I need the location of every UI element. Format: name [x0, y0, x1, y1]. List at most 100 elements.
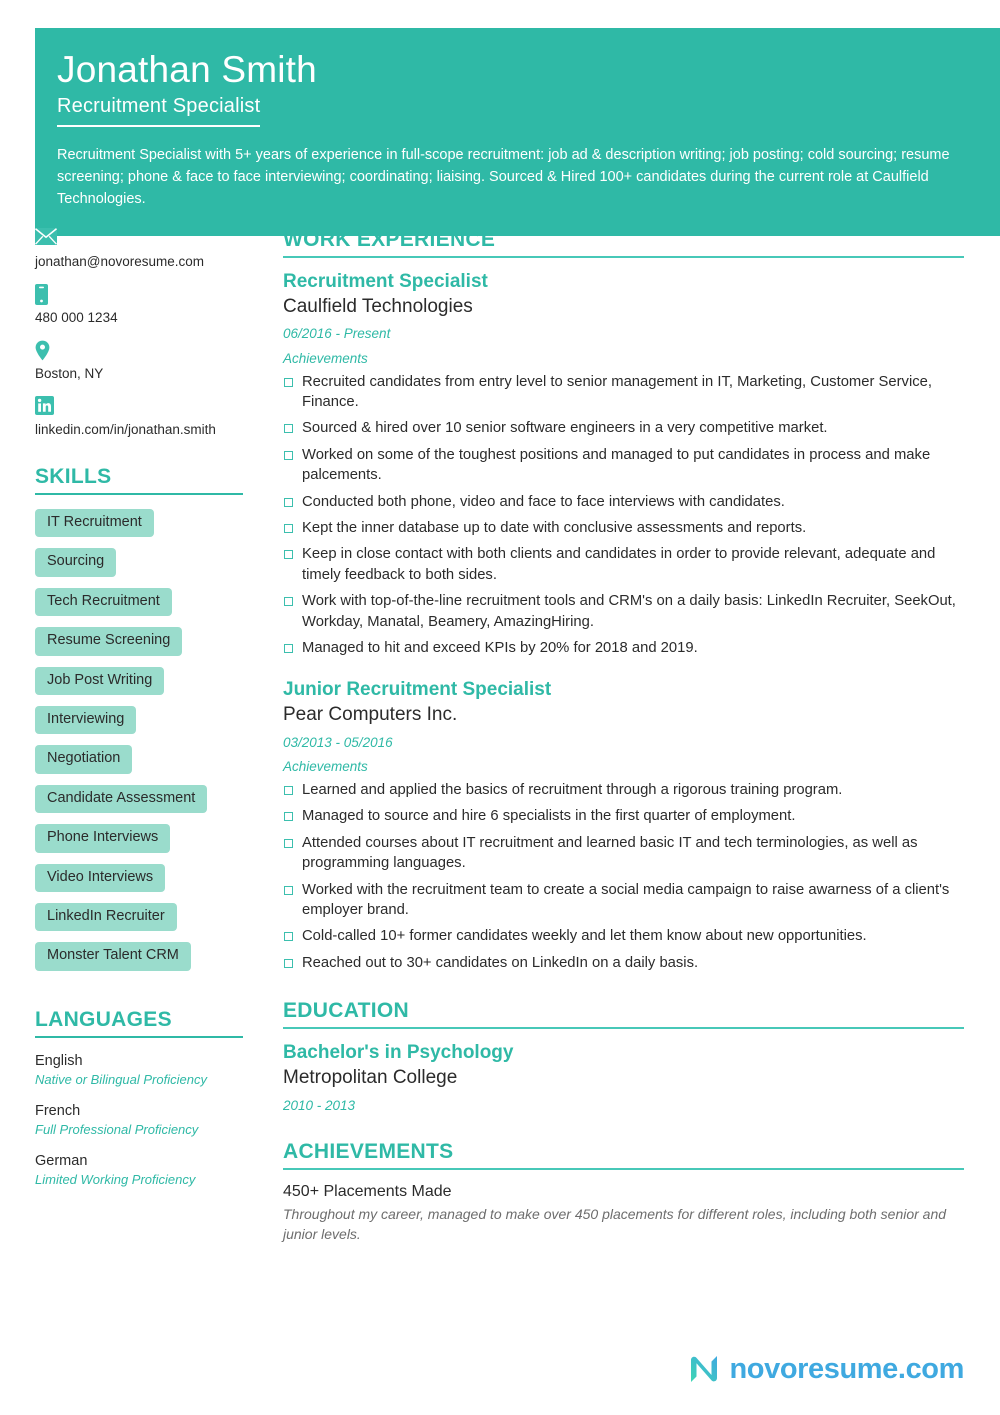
education-degree: Bachelor's in Psychology — [283, 1042, 514, 1064]
job-dates: 03/2013 - 05/2016 — [283, 734, 393, 750]
contact-linkedin-text: linkedin.com/in/jonathan.smith — [35, 422, 216, 437]
list-item: German Limited Working Proficiency — [35, 1152, 260, 1188]
skills-heading: SKILLS — [35, 465, 243, 495]
education-school: Metropolitan College — [283, 1066, 458, 1088]
education-entry: Bachelor's in Psychology Metropolitan Co… — [283, 1041, 964, 1114]
list-item: IT Recruitment — [35, 509, 260, 548]
education-dates: 2010 - 2013 — [283, 1097, 356, 1113]
list-item: Video Interviews — [35, 863, 260, 903]
list-item: Managed to source and hire 6 specialists… — [283, 806, 964, 826]
list-item: Negotiation — [35, 745, 260, 784]
language-level: Native or Bilingual Proficiency — [35, 1071, 207, 1087]
list-item: Worked on some of the toughest positions… — [283, 445, 964, 486]
contact-phone-text: 480 000 1234 — [35, 310, 118, 325]
skill-pill[interactable]: Negotiation — [35, 745, 133, 774]
job-bullet-list: Recruited candidates from entry level to… — [283, 372, 964, 659]
job-company: Caulfield Technologies — [283, 295, 473, 317]
map-pin-icon — [35, 340, 260, 362]
work-experience-heading: WORK EXPERIENCE — [283, 228, 964, 258]
list-item: Work with top-of-the-line recruitment to… — [283, 591, 964, 632]
contact-location: Boston, NY — [35, 340, 260, 383]
contact-email-text: jonathan@novoresume.com — [35, 254, 205, 269]
contact-email[interactable]: jonathan@novoresume.com — [35, 228, 260, 271]
novoresume-branding[interactable]: novoresume.com — [686, 1351, 964, 1387]
skills-list: IT Recruitment Sourcing Tech Recruitment… — [35, 509, 260, 982]
contact-block: jonathan@novoresume.com 480 000 1234 Bos… — [35, 228, 260, 439]
page-title: Jonathan Smith — [57, 49, 317, 90]
list-item: Kept the inner database up to date with … — [283, 518, 964, 538]
language-name: English — [35, 1052, 83, 1069]
skill-pill[interactable]: Video Interviews — [35, 863, 166, 892]
main-content: WORK EXPERIENCE Recruitment Specialist C… — [283, 228, 964, 1270]
job-title: Recruitment Specialist — [283, 271, 488, 292]
resume-header: Jonathan Smith Recruitment Specialist Re… — [35, 28, 1000, 236]
skill-pill[interactable]: Resume Screening — [35, 627, 183, 656]
achievements-section: ACHIEVEMENTS 450+ Placements Made Throug… — [283, 1140, 964, 1244]
languages-section: LANGUAGES English Native or Bilingual Pr… — [35, 1008, 260, 1189]
list-item: Keep in close contact with both clients … — [283, 544, 964, 585]
novoresume-wordmark: novoresume.com — [729, 1352, 964, 1385]
list-item: Sourced & hired over 10 senior software … — [283, 418, 964, 438]
header-summary: Recruitment Specialist with 5+ years of … — [57, 146, 950, 207]
list-item: English Native or Bilingual Proficiency — [35, 1052, 260, 1088]
language-level: Limited Working Proficiency — [35, 1172, 196, 1188]
job-title: Junior Recruitment Specialist — [283, 679, 552, 701]
job-entry: Recruitment Specialist Caulfield Technol… — [283, 270, 964, 658]
language-name: French — [35, 1103, 81, 1120]
skill-pill[interactable]: Tech Recruitment — [35, 587, 172, 617]
mobile-phone-icon — [35, 284, 260, 306]
job-company: Pear Computers Inc. — [283, 704, 458, 726]
skills-section: SKILLS IT Recruitment Sourcing Tech Recr… — [35, 465, 260, 982]
novoresume-n-logo-icon — [686, 1351, 722, 1387]
job-dates: 06/2016 - Present — [283, 326, 391, 342]
header-title-underline: Recruitment Specialist — [57, 94, 261, 127]
job-entry: Junior Recruitment Specialist Pear Compu… — [283, 678, 964, 973]
list-item: Reached out to 30+ candidates on LinkedI… — [283, 953, 964, 973]
skill-pill[interactable]: Job Post Writing — [35, 666, 165, 695]
language-level: Full Professional Proficiency — [35, 1121, 199, 1137]
job-bullet-list: Learned and applied the basics of recrui… — [283, 780, 964, 973]
achievement-entry: 450+ Placements Made Throughout my caree… — [283, 1182, 964, 1244]
skill-pill[interactable]: IT Recruitment — [35, 509, 154, 538]
languages-list: English Native or Bilingual Proficiency … — [35, 1052, 260, 1189]
skill-pill[interactable]: Sourcing — [35, 548, 117, 577]
list-item: Managed to hit and exceed KPIs by 20% fo… — [283, 638, 964, 658]
list-item: Sourcing — [35, 548, 260, 587]
list-item: Attended courses about IT recruitment an… — [283, 833, 964, 874]
achievement-description: Throughout my career, managed to make ov… — [283, 1205, 947, 1242]
skill-pill[interactable]: Candidate Assessment — [35, 784, 208, 814]
sidebar: jonathan@novoresume.com 480 000 1234 Bos… — [35, 228, 260, 1203]
skill-pill[interactable]: LinkedIn Recruiter — [35, 902, 177, 932]
skill-pill[interactable]: Monster Talent CRM — [35, 942, 191, 971]
list-item: French Full Professional Proficiency — [35, 1102, 260, 1138]
header-job-title: Recruitment Specialist — [57, 94, 261, 117]
list-item: Candidate Assessment — [35, 784, 260, 824]
skill-pill[interactable]: Interviewing — [35, 705, 137, 735]
education-heading: EDUCATION — [283, 999, 964, 1030]
list-item: Phone Interviews — [35, 824, 260, 863]
job-achievements-label: Achievements — [283, 350, 368, 366]
list-item: Recruited candidates from entry level to… — [283, 372, 964, 413]
contact-phone[interactable]: 480 000 1234 — [35, 284, 260, 327]
languages-heading: LANGUAGES — [35, 1008, 243, 1038]
skill-pill[interactable]: Phone Interviews — [35, 824, 171, 853]
resume-page: Jonathan Smith Recruitment Specialist Re… — [0, 0, 1000, 1415]
contact-linkedin[interactable]: linkedin.com/in/jonathan.smith — [35, 396, 260, 439]
work-experience-section: WORK EXPERIENCE Recruitment Specialist C… — [283, 228, 964, 973]
list-item: Job Post Writing — [35, 666, 260, 706]
linkedin-icon — [35, 396, 260, 418]
job-achievements-label: Achievements — [283, 759, 368, 775]
list-item: Interviewing — [35, 705, 260, 745]
list-item: Resume Screening — [35, 627, 260, 666]
list-item: LinkedIn Recruiter — [35, 902, 260, 942]
list-item: Worked with the recruitment team to crea… — [283, 880, 964, 921]
list-item: Tech Recruitment — [35, 587, 260, 627]
achievement-title: 450+ Placements Made — [283, 1183, 452, 1201]
list-item: Cold-called 10+ former candidates weekly… — [283, 926, 964, 946]
education-section: EDUCATION Bachelor's in Psychology Metro… — [283, 999, 964, 1114]
achievements-heading: ACHIEVEMENTS — [283, 1140, 964, 1171]
envelope-icon — [35, 228, 260, 250]
list-item: Conducted both phone, video and face to … — [283, 492, 964, 512]
contact-location-text: Boston, NY — [35, 366, 104, 381]
list-item: Monster Talent CRM — [35, 942, 260, 981]
